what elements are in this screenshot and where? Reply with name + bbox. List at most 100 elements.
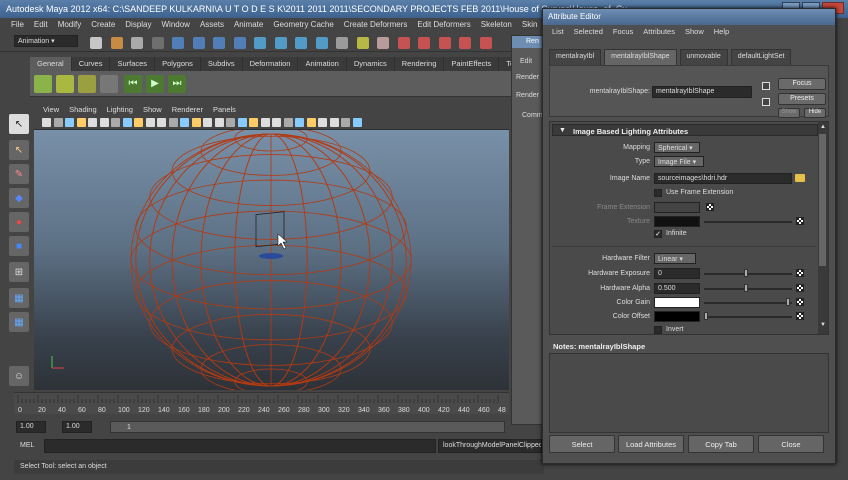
- panel-tool-icon[interactable]: [352, 118, 362, 127]
- menu-item[interactable]: Skin: [517, 18, 543, 32]
- menu-item[interactable]: Display: [120, 18, 156, 32]
- copy-tab-button[interactable]: Copy Tab: [688, 435, 754, 453]
- panel-menu-item[interactable]: Shading: [64, 104, 102, 116]
- ae-tab[interactable]: mentalrayIbl: [549, 49, 602, 65]
- panel-tool-icon[interactable]: [88, 118, 97, 127]
- status-tool-icon[interactable]: [274, 37, 287, 49]
- frame-extension-field[interactable]: [654, 202, 700, 213]
- panel-tool-icon[interactable]: [329, 118, 339, 127]
- menu-item[interactable]: Create Deformers: [339, 18, 413, 32]
- shelf-tab[interactable]: Animation: [298, 57, 347, 71]
- status-tool-icon[interactable]: [110, 37, 123, 49]
- menu-item[interactable]: Create: [86, 18, 120, 32]
- node-name-field[interactable]: mentalrayIblShape: [652, 86, 752, 98]
- lasso-tool-icon[interactable]: ↖: [9, 140, 29, 160]
- ae-menu-item[interactable]: Show: [680, 25, 709, 39]
- layout-single-icon[interactable]: ▦: [9, 288, 29, 308]
- panel-tool-icon[interactable]: [295, 118, 304, 127]
- move-tool-icon[interactable]: ◆: [9, 188, 29, 208]
- menu-item[interactable]: Edit Deformers: [412, 18, 475, 32]
- infinite-checkbox[interactable]: ✓: [654, 230, 662, 238]
- physx-icon[interactable]: [34, 75, 52, 93]
- focus-button[interactable]: Focus: [778, 78, 826, 90]
- hw-alpha-slider[interactable]: [704, 288, 792, 290]
- scale-tool-icon[interactable]: ■: [9, 236, 29, 256]
- status-tool-icon[interactable]: [418, 37, 430, 49]
- ae-menu-item[interactable]: Help: [709, 25, 734, 39]
- status-tool-icon[interactable]: [356, 37, 369, 49]
- panel-tool-icon[interactable]: [65, 118, 74, 127]
- menu-item[interactable]: Skeleton: [476, 18, 517, 32]
- close-button[interactable]: Close: [758, 435, 824, 453]
- status-tool-icon[interactable]: [459, 37, 471, 49]
- panel-menu-item[interactable]: Panels: [208, 104, 241, 116]
- status-tool-icon[interactable]: [151, 37, 164, 49]
- input-connection-icon[interactable]: [762, 82, 770, 90]
- color-gain-map-icon[interactable]: [796, 298, 804, 306]
- select-button[interactable]: Select: [549, 435, 615, 453]
- ibl-section-header[interactable]: ▼ Image Based Lighting Attributes: [552, 124, 818, 136]
- panel-tool-icon[interactable]: [122, 118, 132, 127]
- panel-tool-icon[interactable]: [157, 118, 166, 127]
- attributes-scrollbar[interactable]: ▲ ▼: [818, 122, 828, 334]
- status-tool-icon[interactable]: [295, 37, 307, 49]
- panel-tool-icon[interactable]: [99, 118, 109, 127]
- status-tool-icon[interactable]: [479, 37, 492, 49]
- panel-tool-icon[interactable]: [145, 118, 155, 127]
- scroll-up-icon[interactable]: ▲: [820, 124, 826, 130]
- status-tool-icon[interactable]: [192, 37, 205, 49]
- menu-item[interactable]: Geometry Cache: [268, 18, 338, 32]
- status-tool-icon[interactable]: [213, 37, 225, 49]
- shelf-tab[interactable]: Rendering: [395, 57, 445, 71]
- paint-tool-icon[interactable]: ✎: [9, 164, 29, 184]
- panel-tool-icon[interactable]: [306, 118, 316, 127]
- shelf-tool-icon[interactable]: [78, 75, 96, 93]
- ae-tab[interactable]: defaultLightSet: [730, 49, 792, 65]
- panel-tool-icon[interactable]: [249, 118, 258, 127]
- hw-exposure-field[interactable]: 0: [654, 268, 700, 279]
- status-tool-icon[interactable]: [233, 37, 246, 49]
- panel-tool-icon[interactable]: [283, 118, 293, 127]
- shelf-tab[interactable]: Surfaces: [110, 57, 156, 71]
- show-button[interactable]: Show: [778, 108, 800, 118]
- status-tool-icon[interactable]: [131, 37, 143, 49]
- menu-item[interactable]: Edit: [29, 18, 53, 32]
- color-offset-map-icon[interactable]: [796, 312, 804, 320]
- manipulator-tool-icon[interactable]: ⊞: [9, 262, 29, 282]
- status-tool-icon[interactable]: [336, 37, 348, 49]
- folder-icon[interactable]: [795, 174, 805, 182]
- menu-item[interactable]: Modify: [53, 18, 87, 32]
- mel-input[interactable]: [44, 439, 436, 453]
- outliner-icon[interactable]: ☺: [9, 366, 29, 386]
- panel-tool-icon[interactable]: [53, 118, 63, 127]
- hw-exposure-slider-knob[interactable]: [744, 269, 748, 277]
- panel-tool-icon[interactable]: [42, 118, 51, 127]
- ae-menu-item[interactable]: Attributes: [638, 25, 680, 39]
- range-bar[interactable]: 1: [110, 421, 505, 433]
- play-icon[interactable]: ▶: [146, 75, 164, 93]
- texture-slider[interactable]: [704, 221, 792, 223]
- mapping-dropdown[interactable]: Spherical ▾: [654, 142, 700, 153]
- range-end-field[interactable]: 1.00: [62, 421, 92, 433]
- menu-item[interactable]: Window: [157, 18, 195, 32]
- layout-four-icon[interactable]: ▦: [9, 312, 29, 332]
- use-frame-ext-checkbox[interactable]: [654, 189, 662, 197]
- panel-tool-icon[interactable]: [214, 118, 224, 127]
- time-slider[interactable]: 0 20 40 60 80 100 120 140 160 180 200 220 240 260 280 3…: [14, 392, 509, 414]
- panel-tool-icon[interactable]: [237, 118, 247, 127]
- panel-menu-item[interactable]: Lighting: [102, 104, 138, 116]
- shelf-tab[interactable]: Subdivs: [201, 57, 243, 71]
- status-tool-icon[interactable]: [172, 37, 184, 49]
- panel-menu-item[interactable]: Show: [138, 104, 167, 116]
- color-offset-slider-knob[interactable]: [704, 312, 708, 320]
- hw-exposure-map-icon[interactable]: [796, 269, 804, 277]
- status-tool-icon[interactable]: [438, 37, 451, 49]
- hide-button[interactable]: Hide: [804, 108, 826, 118]
- mode-selector[interactable]: Animation ▾: [14, 35, 78, 47]
- color-gain-swatch[interactable]: [654, 297, 700, 308]
- scroll-thumb[interactable]: [819, 134, 826, 266]
- panel-tool-icon[interactable]: [191, 118, 201, 127]
- texture-map-icon[interactable]: [796, 217, 804, 225]
- color-offset-slider[interactable]: [704, 316, 792, 318]
- shelf-tab[interactable]: PaintEffects: [444, 57, 500, 71]
